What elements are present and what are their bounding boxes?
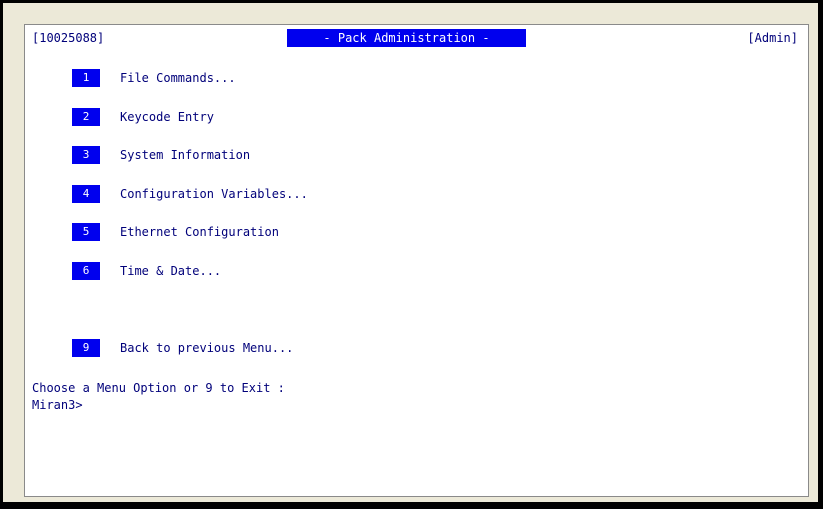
option-time-date[interactable]: Time & Date...	[120, 262, 221, 280]
option-9-number[interactable]: 9	[72, 339, 100, 357]
terminal-screen[interactable]: [10025088] - Pack Administration - [Admi…	[24, 24, 809, 497]
option-system-information[interactable]: System Information	[120, 146, 250, 164]
option-2-number[interactable]: 2	[72, 108, 100, 126]
option-5-number[interactable]: 5	[72, 223, 100, 241]
option-3-number[interactable]: 3	[72, 146, 100, 164]
option-1-number[interactable]: 1	[72, 69, 100, 87]
option-file-commands[interactable]: File Commands...	[120, 69, 236, 87]
command-line-prompt[interactable]: Miran3>	[32, 398, 83, 412]
option-configuration-variables[interactable]: Configuration Variables...	[120, 185, 308, 203]
option-ethernet-configuration[interactable]: Ethernet Configuration	[120, 223, 279, 241]
window-frame: [10025088] - Pack Administration - [Admi…	[0, 0, 823, 509]
option-back-previous-menu[interactable]: Back to previous Menu...	[120, 339, 293, 357]
option-4-number[interactable]: 4	[72, 185, 100, 203]
session-id: [10025088]	[32, 31, 105, 45]
user-role: [Admin]	[747, 31, 798, 45]
menu-prompt: Choose a Menu Option or 9 to Exit :	[32, 381, 285, 395]
option-keycode-entry[interactable]: Keycode Entry	[120, 108, 214, 126]
option-6-number[interactable]: 6	[72, 262, 100, 280]
menu-title: - Pack Administration -	[287, 29, 526, 47]
